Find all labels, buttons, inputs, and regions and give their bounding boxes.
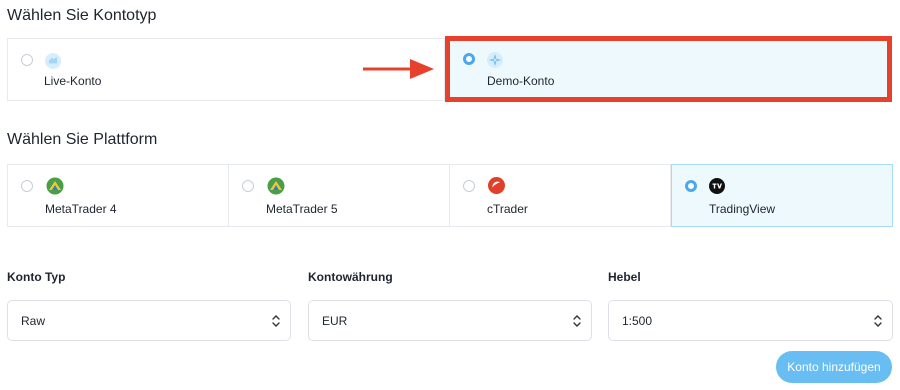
metatrader-icon: [46, 177, 64, 195]
highlight-box: [445, 36, 892, 102]
waehrung-value: EUR: [322, 314, 348, 328]
add-account-button[interactable]: Konto hinzufügen: [776, 351, 892, 383]
mt5-label: MetaTrader 5: [266, 202, 338, 216]
platform-option-mt5[interactable]: MetaTrader 5: [228, 164, 450, 227]
tradingview-label: TradingView: [709, 202, 776, 216]
live-label: Live-Konto: [44, 74, 102, 88]
konto-typ-value: Raw: [21, 314, 46, 328]
hebel-value: 1:500: [622, 314, 653, 328]
hebel-label: Hebel: [608, 270, 641, 284]
mt4-radio[interactable]: [21, 180, 33, 192]
tradingview-icon: [709, 178, 725, 194]
account-type-title: Wählen Sie Kontotyp: [7, 7, 157, 24]
metatrader-icon: [267, 177, 285, 195]
tradingview-radio[interactable]: [685, 180, 697, 192]
live-radio[interactable]: [21, 54, 33, 66]
platform-option-tradingview[interactable]: TradingView: [671, 164, 893, 227]
hebel-select[interactable]: 1:500: [608, 300, 893, 341]
konto-typ-label: Konto Typ: [7, 270, 66, 284]
waehrung-select[interactable]: EUR: [308, 300, 592, 341]
chevron-updown-icon: [572, 311, 582, 331]
ctrader-label: cTrader: [487, 202, 528, 216]
konto-typ-select[interactable]: Raw: [7, 300, 291, 341]
mt5-radio[interactable]: [242, 180, 254, 192]
chevron-updown-icon: [873, 311, 883, 331]
platform-option-ctrader[interactable]: cTrader: [449, 164, 671, 227]
ctrader-radio[interactable]: [463, 180, 475, 192]
ctrader-icon: [488, 177, 505, 194]
waehrung-label: Kontowährung: [308, 270, 393, 284]
platform-option-mt4[interactable]: MetaTrader 4: [7, 164, 229, 227]
chevron-updown-icon: [271, 311, 281, 331]
platform-title: Wählen Sie Plattform: [7, 131, 158, 148]
live-account-icon: [45, 53, 61, 69]
mt4-label: MetaTrader 4: [45, 202, 117, 216]
red-arrow-icon: [363, 58, 435, 80]
